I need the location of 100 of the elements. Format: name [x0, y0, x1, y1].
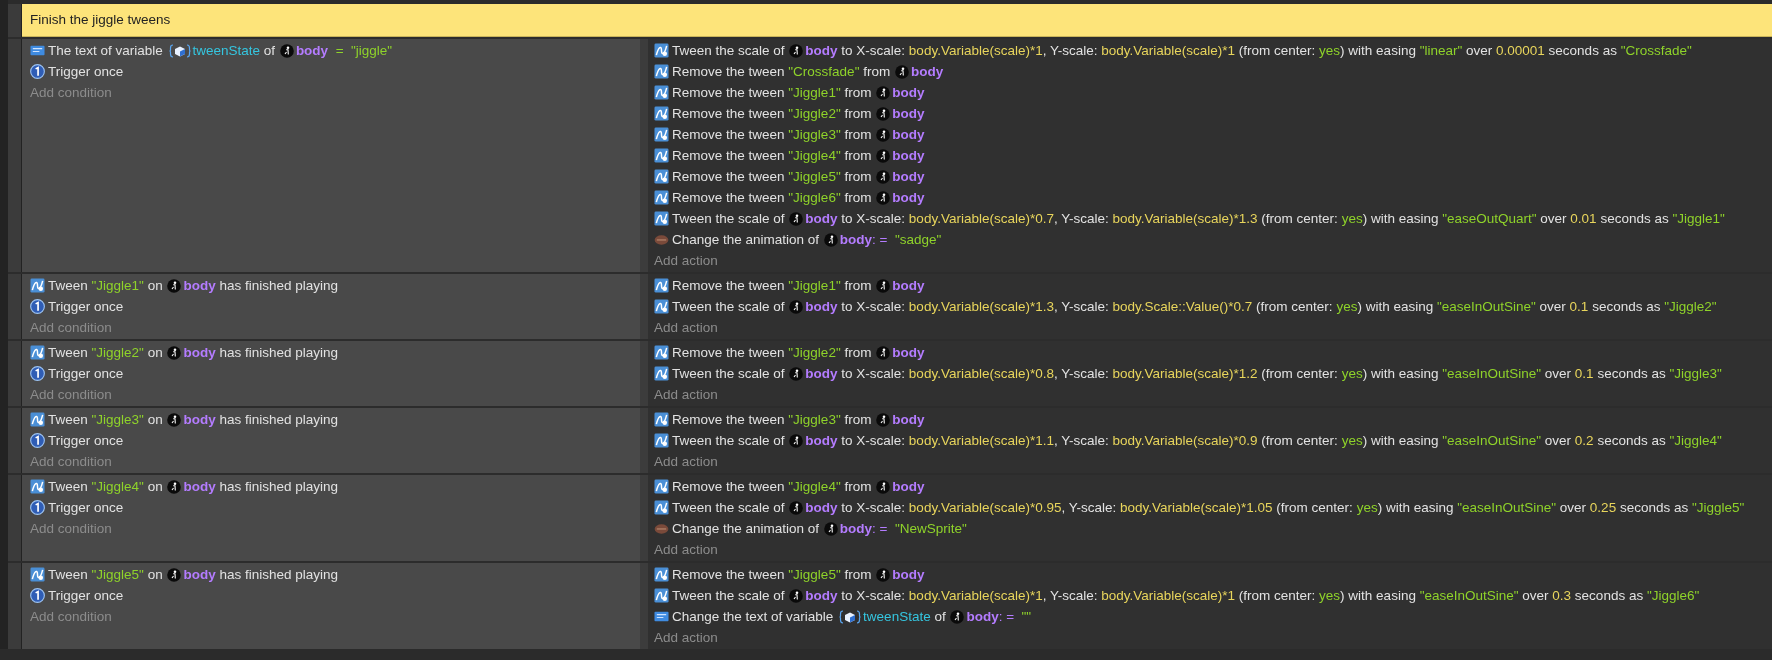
- action-text: Remove the tween "Jiggle2" from: [672, 104, 873, 123]
- tween-icon: [654, 43, 669, 58]
- object-icon: [876, 412, 891, 427]
- tween-icon: [654, 169, 669, 184]
- object-icon: [789, 433, 804, 448]
- object-icon: [876, 106, 891, 121]
- condition-text: Trigger once: [48, 586, 124, 605]
- action-text: Change the text of variable: [672, 607, 835, 626]
- add-action-link[interactable]: Add action: [654, 317, 718, 338]
- action-text: body: [892, 83, 925, 102]
- condition-text: Trigger once: [48, 297, 124, 316]
- action-text: body: [892, 104, 925, 123]
- variable-icon: [654, 609, 669, 624]
- condition-text: Trigger once: [48, 364, 124, 383]
- action-text: body: [892, 167, 925, 186]
- object-icon: [789, 588, 804, 603]
- action-text: body: = "NewSprite": [839, 519, 967, 538]
- object-icon: [789, 299, 804, 314]
- tween-icon: [30, 567, 45, 582]
- action-text: Remove the tween "Jiggle1" from: [672, 276, 873, 295]
- action-text: body: = "": [966, 607, 1032, 626]
- action-text: Tween the scale of: [672, 431, 786, 450]
- add-action-link[interactable]: Add action: [654, 451, 718, 472]
- object-icon: [823, 521, 838, 536]
- object-icon: [167, 278, 182, 293]
- object-icon: [876, 148, 891, 163]
- tween-icon: [654, 278, 669, 293]
- action-text: Tween the scale of: [672, 586, 786, 605]
- action-text: Change the animation of: [672, 230, 821, 249]
- comment-text: Finish the jiggle tweens: [22, 4, 1772, 37]
- action-text: body: [892, 146, 925, 165]
- trigger-once-icon: [30, 299, 45, 314]
- action-text: Remove the tween "Jiggle5" from: [672, 565, 873, 584]
- action-text: body to X-scale: body.Variable(scale)*0.95, Y-scale: body.Variable(scale)*1.05 (from center: yes) with easing "easeInOutSine" over 0.25 seconds as "Jiggle5": [805, 498, 1745, 517]
- tween-icon: [654, 190, 669, 205]
- condition-text: Tween "Jiggle3" on: [48, 410, 164, 429]
- add-condition-link[interactable]: Add condition: [30, 82, 112, 103]
- variable-icon: [168, 43, 191, 58]
- variable-icon: [30, 43, 45, 58]
- action-text: Remove the tween "Jiggle3" from: [672, 410, 873, 429]
- action-text: Remove the tween "Jiggle4" from: [672, 146, 873, 165]
- object-icon: [876, 169, 891, 184]
- action-text: Change the animation of: [672, 519, 821, 538]
- tween-icon: [654, 366, 669, 381]
- add-condition-link[interactable]: Add condition: [30, 518, 112, 539]
- add-action-link[interactable]: Add action: [654, 384, 718, 405]
- trigger-once-icon: [30, 64, 45, 79]
- add-action-link[interactable]: Add action: [654, 250, 718, 271]
- tween-icon: [654, 479, 669, 494]
- add-condition-link[interactable]: Add condition: [30, 606, 112, 627]
- condition-text: Trigger once: [48, 431, 124, 450]
- trigger-once-icon: [30, 588, 45, 603]
- tween-icon: [30, 278, 45, 293]
- tween-icon: [654, 211, 669, 226]
- condition-text: body has finished playing: [183, 343, 339, 362]
- action-text: body to X-scale: body.Variable(scale)*0.8, Y-scale: body.Variable(scale)*1.2 (from center: yes) with easing "easeInOutSine" over 0.1 seconds as "Jiggle3": [805, 364, 1722, 383]
- tween-icon: [654, 106, 669, 121]
- action-text: Tween the scale of: [672, 41, 786, 60]
- action-text: Tween the scale of: [672, 364, 786, 383]
- object-icon: [876, 345, 891, 360]
- add-action-link[interactable]: Add action: [654, 627, 718, 648]
- condition-text: body has finished playing: [183, 565, 339, 584]
- object-icon: [789, 211, 804, 226]
- add-action-link[interactable]: Add action: [654, 539, 718, 560]
- action-text: body: [892, 188, 925, 207]
- action-text: body: [892, 125, 925, 144]
- object-icon: [876, 567, 891, 582]
- action-text: body: [892, 410, 925, 429]
- action-text: body: [892, 276, 925, 295]
- action-text: body to X-scale: body.Variable(scale)*1, Y-scale: body.Variable(scale)*1 (from center: yes) with easing "easeInOutSine" over 0.3 seconds as "Jiggle6": [805, 586, 1700, 605]
- trigger-once-icon: [30, 433, 45, 448]
- object-icon: [876, 85, 891, 100]
- action-text: Remove the tween "Jiggle1" from: [672, 83, 873, 102]
- condition-text: body has finished playing: [183, 477, 339, 496]
- object-icon: [876, 479, 891, 494]
- condition-text: Tween "Jiggle5" on: [48, 565, 164, 584]
- action-text: body to X-scale: body.Variable(scale)*0.7, Y-scale: body.Variable(scale)*1.3 (from center: yes) with easing "easeOutQuart" over 0.01 seconds as "Jiggle1": [805, 209, 1725, 228]
- action-text: Remove the tween "Jiggle2" from: [672, 343, 873, 362]
- object-icon: [950, 609, 965, 624]
- action-text: Tween the scale of: [672, 209, 786, 228]
- action-text: Remove the tween "Jiggle6" from: [672, 188, 873, 207]
- tween-icon: [654, 433, 669, 448]
- tween-icon: [654, 127, 669, 142]
- object-icon: [876, 278, 891, 293]
- object-icon: [894, 64, 909, 79]
- object-icon: [789, 500, 804, 515]
- action-text: body: [892, 343, 925, 362]
- animation-icon: [654, 521, 669, 536]
- tween-icon: [30, 479, 45, 494]
- object-icon: [279, 43, 294, 58]
- add-condition-link[interactable]: Add condition: [30, 317, 112, 338]
- object-icon: [167, 567, 182, 582]
- action-text: body to X-scale: body.Variable(scale)*1.1, Y-scale: body.Variable(scale)*0.9 (from center: yes) with easing "easeInOutSine" over 0.2 seconds as "Jiggle4": [805, 431, 1722, 450]
- condition-text: Tween "Jiggle1" on: [48, 276, 164, 295]
- tween-icon: [654, 64, 669, 79]
- tween-icon: [654, 85, 669, 100]
- variable-icon: [839, 609, 862, 624]
- object-icon: [876, 127, 891, 142]
- add-condition-link[interactable]: Add condition: [30, 451, 112, 472]
- add-condition-link[interactable]: Add condition: [30, 384, 112, 405]
